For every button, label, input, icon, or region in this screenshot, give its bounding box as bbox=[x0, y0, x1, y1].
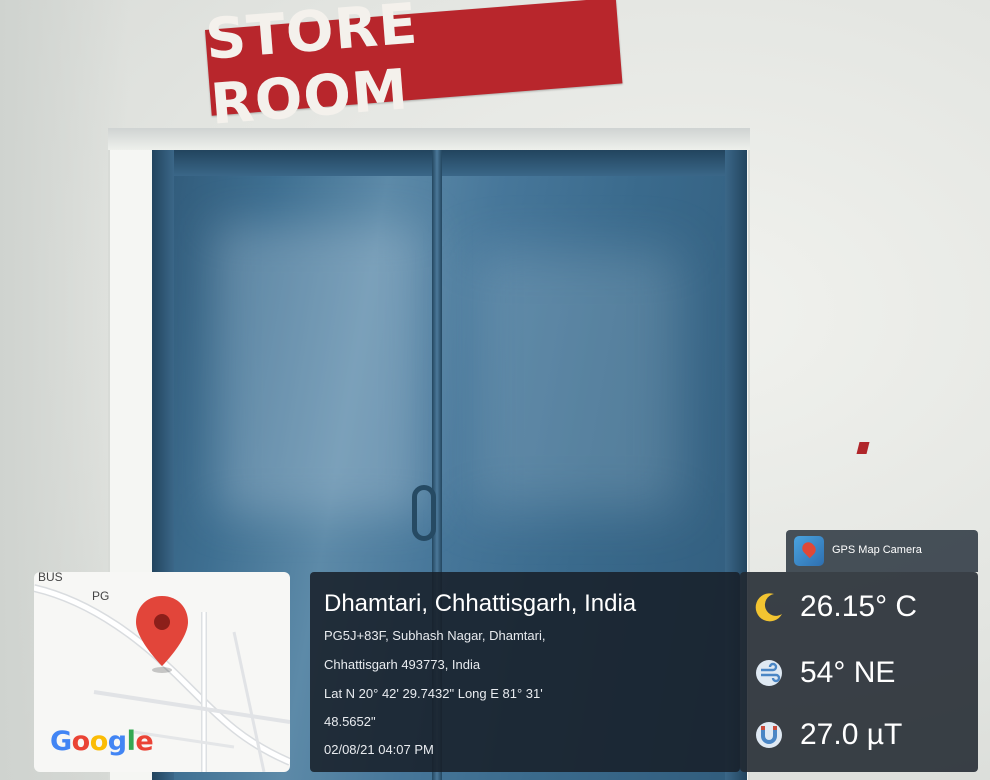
wind-icon bbox=[752, 656, 786, 690]
map-label: BUS bbox=[38, 572, 63, 584]
location-title: Dhamtari, Chhattisgarh, India bbox=[324, 590, 637, 617]
door-top-edge bbox=[152, 150, 747, 176]
coordinates-line-1: Lat N 20° 42' 29.7432" Long E 81° 31' bbox=[324, 686, 543, 701]
door-reflection bbox=[470, 250, 680, 510]
google-logo: Google bbox=[50, 726, 154, 757]
address-line-2: Chhattisgarh 493773, India bbox=[324, 657, 481, 672]
location-pin-icon bbox=[136, 596, 188, 673]
moon-icon bbox=[752, 590, 786, 624]
address-line-1: PG5J+83F, Subhash Nagar, Dhamtari, bbox=[324, 628, 546, 643]
magnet-icon bbox=[752, 718, 786, 752]
temperature-value: 26.15° C bbox=[800, 590, 918, 623]
app-name: GPS Map Camera bbox=[832, 544, 922, 556]
wind-row: 54° NE bbox=[752, 656, 895, 690]
app-badge: GPS Map Camera bbox=[786, 530, 978, 572]
temperature-row: 26.15° C bbox=[752, 590, 917, 624]
magnetic-row: 27.0 µT bbox=[752, 718, 902, 752]
gps-camera-logo-icon bbox=[794, 536, 824, 566]
timestamp: 02/08/21 04:07 PM bbox=[324, 742, 434, 757]
weather-panel: 26.15° C 54° NE 27.0 µT bbox=[740, 572, 978, 772]
coordinates-line-2: 48.5652" bbox=[324, 714, 376, 729]
location-info-panel: Dhamtari, Chhattisgarh, India PG5J+83F, … bbox=[310, 572, 740, 772]
map-label: PG bbox=[92, 589, 110, 603]
door-handle bbox=[412, 485, 436, 541]
store-room-sign: STORE ROOM bbox=[203, 0, 623, 138]
frame-shadow bbox=[108, 128, 750, 150]
door-reflection bbox=[215, 225, 425, 515]
wind-value: 54° NE bbox=[800, 656, 896, 689]
sign-text: STORE ROOM bbox=[203, 0, 421, 138]
map-thumbnail[interactable]: BUS PG Google bbox=[34, 572, 290, 772]
magnetic-value: 27.0 µT bbox=[800, 718, 903, 751]
